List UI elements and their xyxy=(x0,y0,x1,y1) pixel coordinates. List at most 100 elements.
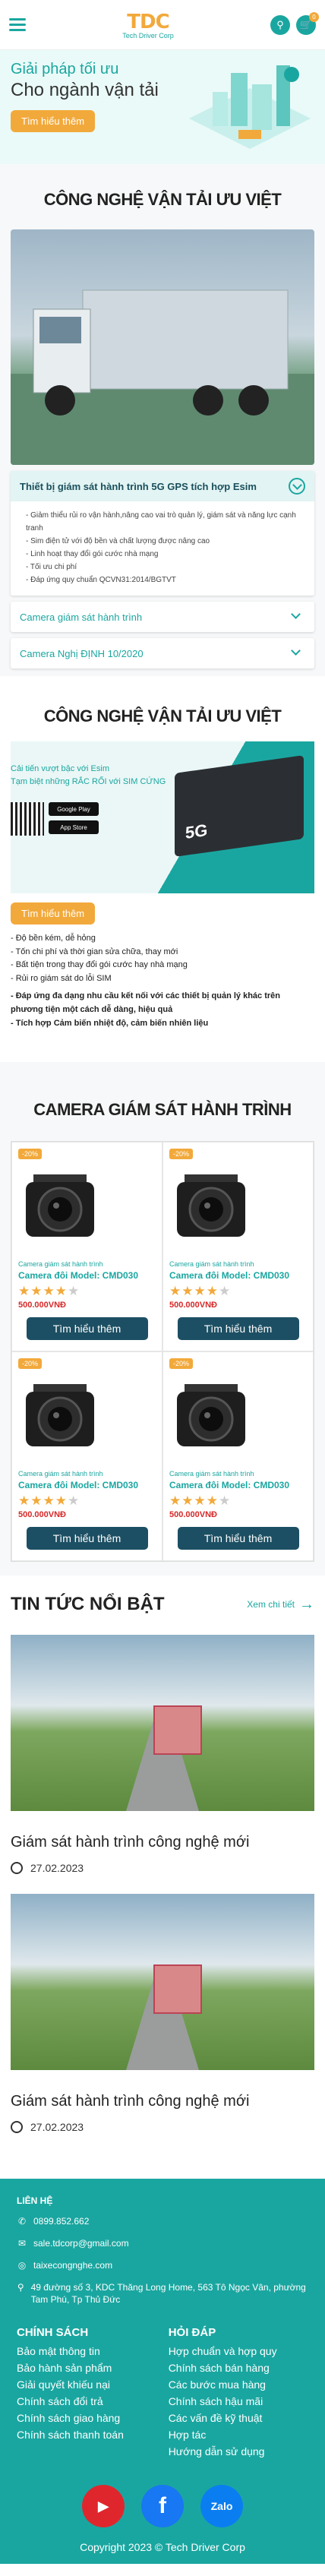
camera-product-image[interactable] xyxy=(169,1168,253,1244)
star-icon: ★ xyxy=(18,1493,31,1509)
faq-link[interactable]: Chính sách bán hàng xyxy=(169,2362,308,2374)
contact-email[interactable]: sale.tdcorp@gmail.com xyxy=(33,2237,129,2250)
search-icon[interactable]: ⚲ xyxy=(270,14,290,35)
product-cta-button[interactable]: Tìm hiểu thêm xyxy=(26,1527,148,1550)
product-name[interactable]: Camera đôi Model: CMD030 xyxy=(18,1270,156,1281)
star-icon: ★ xyxy=(55,1284,68,1299)
faq-link[interactable]: Hợp tác xyxy=(169,2429,308,2441)
cart-count-badge: 0 xyxy=(309,11,319,22)
policy-column: CHÍNH SÁCH Bảo mật thông tin Bảo hành sản… xyxy=(17,2326,156,2457)
policy-link[interactable]: Giải quyết khiếu nại xyxy=(17,2378,156,2391)
sale-badge: -20% xyxy=(18,1149,43,1160)
esim-line1: Cải tiến vượt bậc với Esim xyxy=(11,764,109,773)
clock-icon xyxy=(11,2121,23,2134)
faq-title: HỎI ĐÁP xyxy=(168,2326,216,2340)
news-image[interactable] xyxy=(11,1635,314,1812)
news-card[interactable]: Giám sát hành trình công nghệ mới 27.02.… xyxy=(11,1635,314,1875)
city-illustration xyxy=(189,65,311,149)
zalo-icon[interactable]: Zalo xyxy=(200,2485,243,2528)
policy-link[interactable]: Bảo mật thông tin xyxy=(17,2345,156,2357)
esim-cta-button[interactable]: Tìm hiểu thêm xyxy=(11,902,96,925)
star-icon: ★ xyxy=(181,1284,194,1299)
app-store-badge[interactable]: App Store xyxy=(49,820,99,834)
star-icon: ★ xyxy=(169,1284,182,1299)
faq-link[interactable]: Các vấn đề kỹ thuật xyxy=(169,2412,308,2424)
phone-icon: ✆ xyxy=(17,2216,27,2227)
policy-link[interactable]: Chính sách đổi trả xyxy=(17,2395,156,2407)
bullet-bold: - Đáp ứng đa dạng nhu cầu kết nối với cá… xyxy=(11,991,281,1014)
rating-stars: ★★★★★ xyxy=(18,1284,156,1299)
faq-link[interactable]: Hướng dẫn sử dụng xyxy=(169,2445,308,2457)
accordion-item: - Giảm thiểu rủi ro vận hành,nâng cao va… xyxy=(26,511,296,533)
star-icon: ★ xyxy=(43,1284,55,1299)
star-icon: ★ xyxy=(68,1284,80,1299)
faq-link[interactable]: Chính sách hậu mãi xyxy=(169,2395,308,2407)
accordion-title: Camera giám sát hành trình xyxy=(20,611,143,623)
contact-phone[interactable]: 0899.852.662 xyxy=(33,2215,89,2228)
chevron-down-icon[interactable] xyxy=(289,478,305,495)
star-icon: ★ xyxy=(43,1493,55,1509)
accordion-camera[interactable]: Camera giám sát hành trình xyxy=(11,602,314,632)
section-title: CÔNG NGHỆ VẬN TẢI ƯU VIỆT xyxy=(43,190,282,209)
product-card[interactable]: -20% Camera giám sát hành trình Camera đ… xyxy=(11,1142,162,1352)
star-icon: ★ xyxy=(206,1284,219,1299)
faq-link[interactable]: Hợp chuẩn và hợp quy xyxy=(169,2345,308,2357)
camera-product-image[interactable] xyxy=(18,1168,102,1244)
policy-link[interactable]: Bảo hành sản phẩm xyxy=(17,2362,156,2374)
google-play-badge[interactable]: Google Play xyxy=(49,802,99,816)
accordion-title: Camera Nghị ĐỊNH 10/2020 xyxy=(20,647,144,659)
accordion-decree[interactable]: Camera Nghị ĐỊNH 10/2020 xyxy=(11,638,314,668)
news-card-title[interactable]: Giám sát hành trình công nghệ mới xyxy=(11,2093,314,2110)
accordion-header[interactable]: Camera Nghị ĐỊNH 10/2020 xyxy=(11,638,314,668)
camera-product-image[interactable] xyxy=(169,1378,253,1454)
camera-product-image[interactable] xyxy=(18,1378,102,1454)
product-card[interactable]: -20% Camera giám sát hành trình Camera đ… xyxy=(162,1142,314,1352)
chevron-down-icon[interactable] xyxy=(289,608,305,625)
news-more-link[interactable]: Xem chi tiết → xyxy=(247,1596,314,1614)
esim-section: CÔNG NGHỆ VẬN TẢI ƯU VIỆT Cải tiến vượt … xyxy=(0,676,325,1045)
section-title: CÔNG NGHỆ VẬN TẢI ƯU VIỆT xyxy=(43,706,282,725)
news-date-text: 27.02.2023 xyxy=(30,1862,84,1875)
chevron-down-icon[interactable] xyxy=(289,645,305,662)
menu-icon[interactable] xyxy=(9,18,26,31)
cart-icon[interactable]: 🛒 0 xyxy=(296,11,319,35)
news-card-title[interactable]: Giám sát hành trình công nghệ mới xyxy=(11,1834,314,1851)
accordion-esim[interactable]: Thiết bị giám sát hành trình 5G GPS tích… xyxy=(11,471,314,596)
site-footer: LIÊN HỆ ✆ 0899.852.662 ✉ sale.tdcorp@gmail… xyxy=(0,2179,325,2565)
product-name[interactable]: Camera đôi Model: CMD030 xyxy=(18,1480,156,1490)
contact-website[interactable]: taixecongnghe.com xyxy=(33,2259,112,2272)
policy-link[interactable]: Chính sách thanh toán xyxy=(17,2429,156,2441)
star-icon: ★ xyxy=(55,1493,68,1509)
product-cta-button[interactable]: Tìm hiểu thêm xyxy=(177,1527,299,1550)
star-icon: ★ xyxy=(30,1493,43,1509)
contact-address: 49 đường số 3, KDC Thăng Long Home, 563 … xyxy=(30,2281,306,2306)
news-card[interactable]: Giám sát hành trình công nghệ mới 27.02.… xyxy=(11,1894,314,2134)
rating-stars: ★★★★★ xyxy=(169,1284,307,1299)
news-image[interactable] xyxy=(11,1894,314,2071)
product-cta-button[interactable]: Tìm hiểu thêm xyxy=(26,1317,148,1341)
faq-link[interactable]: Các bước mua hàng xyxy=(169,2378,308,2391)
bullet: - Rủi ro giám sát do lỗi SIM xyxy=(11,973,112,983)
policy-link[interactable]: Chính sách giao hàng xyxy=(17,2412,156,2424)
product-name[interactable]: Camera đôi Model: CMD030 xyxy=(169,1480,307,1490)
youtube-icon[interactable]: ▶ xyxy=(82,2485,125,2528)
star-icon: ★ xyxy=(18,1284,31,1299)
logo[interactable]: TDC Tech Driver Corp xyxy=(122,11,174,40)
product-cta-button[interactable]: Tìm hiểu thêm xyxy=(177,1317,299,1341)
facebook-icon[interactable]: f xyxy=(141,2485,184,2528)
product-price: 500.000VNĐ xyxy=(18,1510,66,1520)
policy-title: CHÍNH SÁCH xyxy=(17,2326,89,2340)
product-name[interactable]: Camera đôi Model: CMD030 xyxy=(169,1270,307,1281)
accordion-title: Thiết bị giám sát hành trình 5G GPS tích… xyxy=(20,480,257,492)
logo-mark: TDC xyxy=(127,10,169,33)
product-card[interactable]: -20% Camera giám sát hành trình Camera đ… xyxy=(11,1351,162,1562)
accordion-header[interactable]: Thiết bị giám sát hành trình 5G GPS tích… xyxy=(11,471,314,501)
esim-line2: Tạm biệt những RẮC RỐI với SIM CỨNG xyxy=(11,776,166,786)
tracker-device-image: 5G xyxy=(175,755,304,857)
news-section: TIN TỨC NỔI BẬT Xem chi tiết → Giám sát h… xyxy=(0,1576,325,2149)
accordion-header[interactable]: Camera giám sát hành trình xyxy=(11,602,314,632)
product-price: 500.000VNĐ xyxy=(169,1510,217,1520)
product-card[interactable]: -20% Camera giám sát hành trình Camera đ… xyxy=(162,1351,314,1562)
hero-cta-button[interactable]: Tìm hiểu thêm xyxy=(11,110,96,132)
star-icon: ★ xyxy=(219,1493,232,1509)
